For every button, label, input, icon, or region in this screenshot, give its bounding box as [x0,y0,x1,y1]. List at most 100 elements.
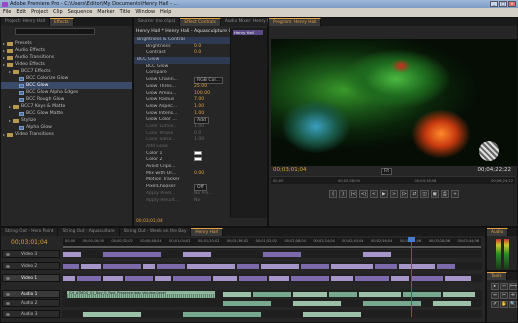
timeline-timecode[interactable]: 00;03;01;04 [11,239,48,246]
audio-clip[interactable] [402,290,442,298]
video-clip[interactable] [156,262,186,270]
track-lane[interactable] [62,310,482,318]
tool-button[interactable]: ▸ [491,283,499,290]
effects-tree-item[interactable]: ▸ Presets [1,40,132,47]
tab-effect-controls[interactable]: Effect Controls [180,18,221,26]
property-value[interactable]: No [194,198,200,205]
fit-label[interactable]: Fit [381,168,393,175]
effect-controls-timeline[interactable]: Henry Hall [230,28,267,218]
property-value[interactable]: 1.00 [194,124,204,131]
effects-tree-item[interactable]: BCC Glow Matte [1,110,132,117]
property-value[interactable]: 1.00 [194,111,204,118]
menu-help[interactable]: Help [160,8,171,17]
video-clip[interactable] [374,262,398,270]
eye-icon[interactable] [6,277,10,280]
transport-button[interactable]: ⇄ [410,190,419,198]
track-header[interactable]: Video 3 [2,250,60,258]
tool-button[interactable]: ✐ [491,301,499,308]
menu-clip[interactable]: Clip [53,8,62,17]
audio-clip[interactable] [182,310,262,318]
property-value[interactable]: 25.00 [194,84,207,91]
video-clip[interactable] [172,274,212,282]
effects-tree-item[interactable]: Alpha Glow [1,124,132,131]
property-value[interactable]: 0.0 [194,50,201,57]
property-value[interactable]: 1.00 [194,137,204,144]
speaker-icon[interactable] [6,313,10,316]
transport-button[interactable]: ▶ [379,190,388,198]
audio-clip[interactable] [82,310,142,318]
property-dropdown[interactable]: Add [194,117,209,124]
timeline-sequence-tab[interactable]: Henry Hall [191,228,223,236]
video-clip[interactable] [80,262,102,270]
tool-button[interactable]: ✋ [500,301,508,308]
video-clip[interactable] [62,250,82,258]
track-lane[interactable] [62,299,482,307]
property-value[interactable]: 1.00 [194,104,204,111]
video-clip[interactable] [62,262,80,270]
video-clip[interactable] [102,250,162,258]
video-clip[interactable] [436,262,456,270]
audio-waveform-clip[interactable]: CH_ATMOS_01_Bay_E_Fast_Presence.wav Volu… [66,290,216,299]
audio-clip[interactable] [362,299,422,307]
track-header[interactable]: Audio 3 [2,310,60,318]
tool-button[interactable]: 🔍 [509,301,517,308]
track-header[interactable]: Video 1 [2,274,60,282]
effects-tree-item[interactable]: ▸ Audio Effects [1,47,132,54]
video-clip[interactable] [62,274,76,282]
video-clip[interactable] [236,262,260,270]
video-clip[interactable] [124,274,154,282]
effects-tree-item[interactable]: ▸ BCC7 Keys & Matte [1,103,132,110]
speaker-icon[interactable] [6,302,10,305]
menu-project[interactable]: Project [31,8,48,17]
property-value[interactable]: 7.00 [194,97,204,104]
transport-button[interactable]: > [389,190,399,198]
effects-tree-item[interactable]: ▸ Stylize [1,117,132,124]
audio-clip[interactable] [222,299,272,307]
video-clip[interactable] [300,262,330,270]
playhead[interactable] [408,237,415,317]
maximize-button[interactable]: □ [499,1,507,7]
menu-file[interactable]: File [3,8,11,17]
tool-button[interactable]: ✂ [500,292,508,299]
track-lane[interactable] [62,262,482,270]
effects-search-input[interactable] [15,28,95,35]
audio-clip[interactable] [358,290,402,298]
tool-button[interactable]: ↔ [491,292,499,299]
video-clip[interactable] [154,274,172,282]
program-current-timecode[interactable]: 00;03;01;04 [273,167,307,173]
menu-window[interactable]: Window [135,8,155,17]
audio-clip[interactable] [442,290,476,298]
tab-project[interactable]: Project: Henry Hall [1,18,51,26]
tool-button[interactable]: ⟺ [509,283,517,290]
video-clip[interactable] [102,262,142,270]
transport-button[interactable]: ◫ [420,190,429,198]
tab-audio[interactable]: Audio [487,228,509,236]
transport-button[interactable]: |> [400,190,409,198]
transport-button[interactable]: ▣ [430,190,439,198]
menu-sequence[interactable]: Sequence [68,8,93,17]
color-swatch[interactable] [194,157,202,162]
video-clip[interactable] [260,262,300,270]
effects-tree-item[interactable]: ▸ Video Effects [1,61,132,68]
video-clip[interactable] [186,262,236,270]
color-swatch[interactable] [194,150,202,155]
effects-tree-item[interactable]: ▸ BCC7 Effects [1,68,132,75]
minimize-button[interactable]: _ [490,1,498,7]
track-header[interactable]: Audio 2 [2,299,60,307]
audio-clip[interactable] [292,290,328,298]
audio-clip[interactable] [252,290,292,298]
audio-clip[interactable] [432,299,472,307]
tab-source[interactable]: Source: (no clips) [134,18,181,26]
timeline-sequence-tab[interactable]: String Out - Week on the Bay [119,228,192,236]
video-clip[interactable] [444,274,472,282]
video-clip[interactable] [262,250,302,258]
audio-clip[interactable] [328,290,358,298]
property-value[interactable]: 0.00 [194,171,204,178]
video-clip[interactable] [76,274,102,282]
tab-tools[interactable]: Tools [487,272,507,280]
effects-tree-item[interactable]: BCC Rough Glow [1,96,132,103]
video-clip[interactable] [182,250,212,258]
effects-tree-item[interactable]: BCC Colorize Glow [1,75,132,82]
transport-button[interactable]: } [339,190,348,198]
property-dropdown[interactable]: RGB Col... [194,77,224,84]
